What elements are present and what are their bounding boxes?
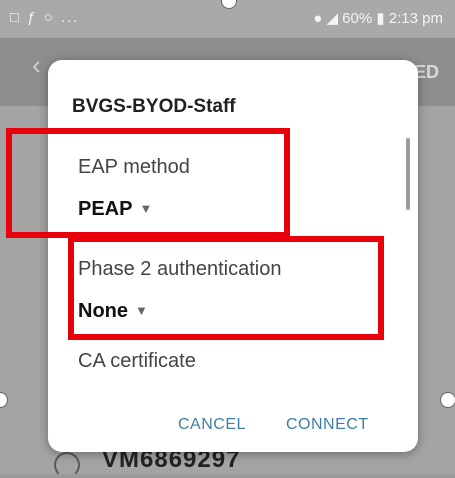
eap-method-highlight <box>6 128 290 238</box>
status-right-info: ● ◢ 60% ▮ 2:13 pm <box>313 10 443 27</box>
back-arrow-icon[interactable]: ‹ <box>32 50 41 81</box>
dialog-title: BVGS-BYOD-Staff <box>72 96 236 117</box>
dialog-scrollbar[interactable] <box>406 138 410 210</box>
wifi-icon <box>54 452 80 478</box>
crop-handle-right[interactable] <box>440 392 455 408</box>
connect-button[interactable]: CONNECT <box>286 416 369 434</box>
phase2-highlight <box>68 236 384 340</box>
ca-certificate-label[interactable]: CA certificate <box>78 350 196 373</box>
status-left-icons: □ ƒ ○ ... <box>10 9 80 26</box>
cancel-button[interactable]: CANCEL <box>178 416 246 434</box>
